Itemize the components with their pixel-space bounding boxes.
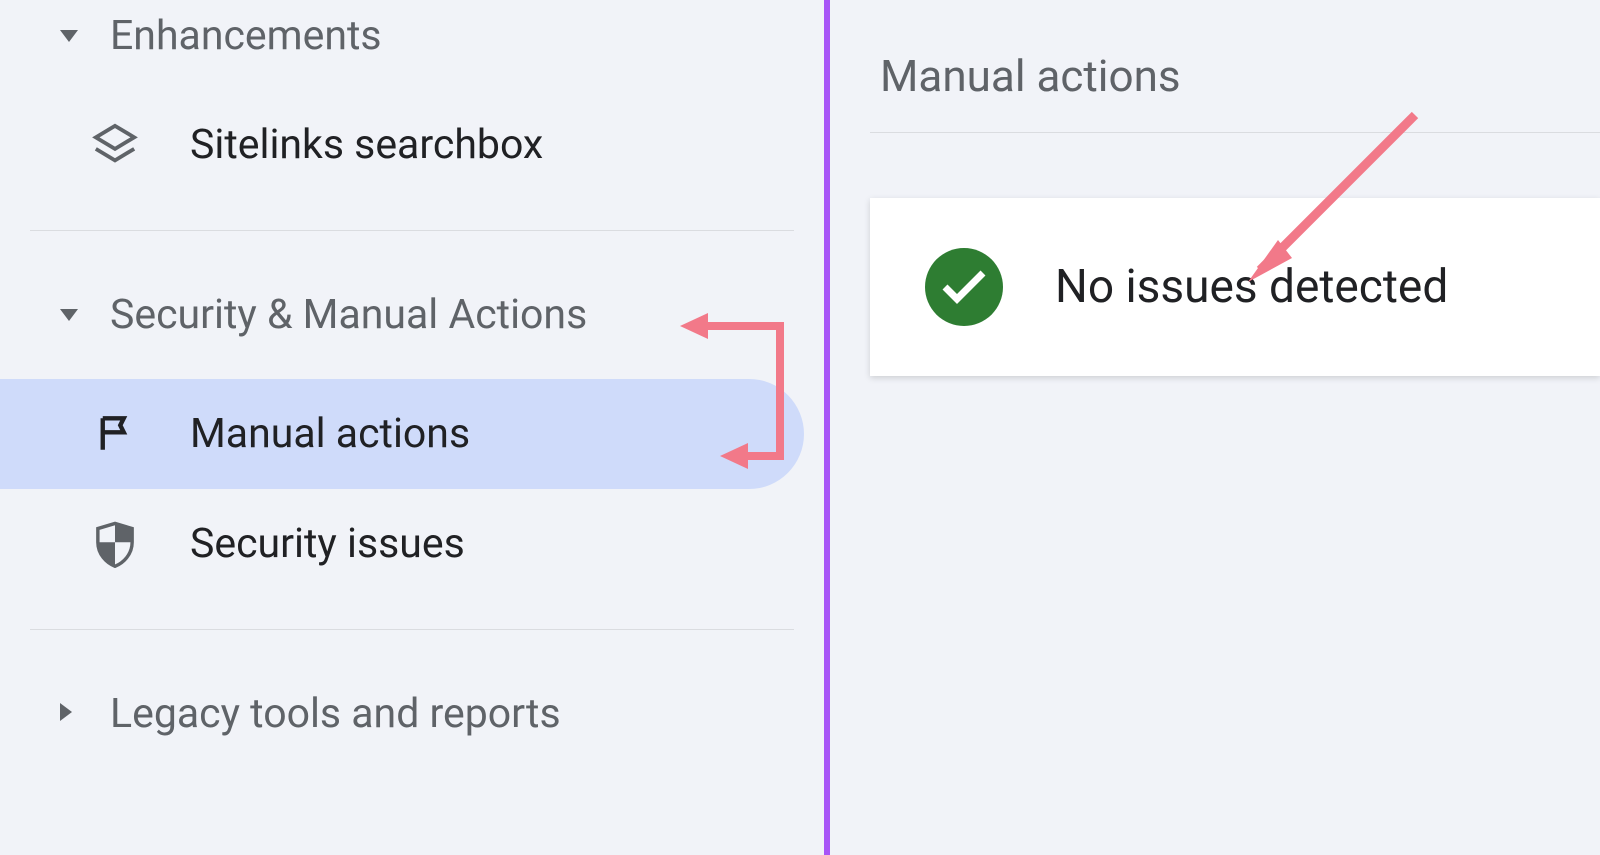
shield-icon	[90, 519, 140, 569]
status-card: No issues detected	[870, 198, 1600, 376]
chevron-right-icon	[60, 703, 80, 725]
section-label: Enhancements	[110, 12, 382, 60]
divider	[870, 132, 1600, 133]
section-legacy-tools[interactable]: Legacy tools and reports	[0, 650, 824, 758]
check-circle-icon	[925, 248, 1003, 326]
layers-icon	[90, 120, 140, 170]
section-label: Security & Manual Actions	[110, 291, 587, 339]
chevron-down-icon	[60, 27, 80, 46]
chevron-down-icon	[60, 306, 80, 325]
sidebar: Enhancements Sitelinks searchbox Securit…	[0, 0, 824, 855]
divider	[30, 230, 794, 231]
section-security-manual-actions[interactable]: Security & Manual Actions	[0, 251, 824, 379]
flag-icon	[90, 409, 140, 459]
nav-item-security-issues[interactable]: Security issues	[0, 489, 824, 599]
section-label: Legacy tools and reports	[110, 690, 561, 738]
main-content: Manual actions No issues detected	[830, 0, 1600, 855]
nav-item-label: Manual actions	[190, 410, 470, 458]
section-enhancements[interactable]: Enhancements	[0, 0, 824, 80]
nav-item-label: Sitelinks searchbox	[190, 121, 543, 169]
nav-item-manual-actions[interactable]: Manual actions	[0, 379, 804, 489]
page-title: Manual actions	[880, 50, 1181, 102]
status-message: No issues detected	[1055, 260, 1448, 314]
nav-item-label: Security issues	[190, 520, 465, 568]
divider	[30, 629, 794, 630]
page-header: Manual actions	[830, 0, 1600, 132]
nav-item-sitelinks-searchbox[interactable]: Sitelinks searchbox	[0, 80, 824, 210]
